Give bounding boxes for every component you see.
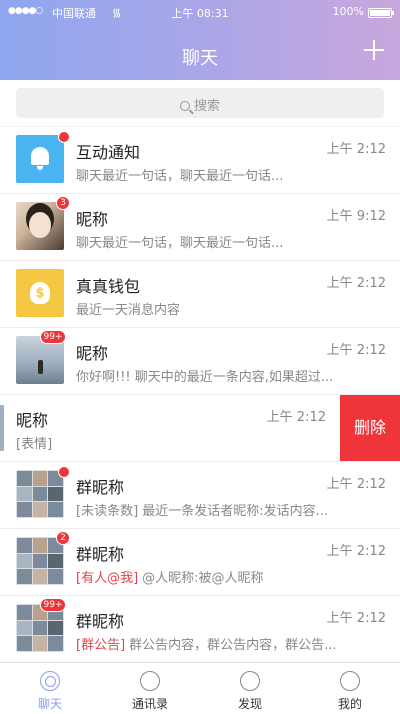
conversation-preview: [有人@我] @人昵称:被@人昵称 [76, 571, 264, 586]
conversation-row[interactable]: 互动通知 上午 2:12 聊天最近一句话，聊天最近一句话... [0, 127, 400, 194]
app-header: ●●●●○ 中国联通 ᯾ 上午 08:31 100% 聊天 [0, 0, 400, 80]
conversation-row[interactable]: 真真钱包 上午 2:12 最近一天消息内容 [0, 261, 400, 328]
tab-discover[interactable]: 发现 [200, 663, 300, 714]
status-bar: ●●●●○ 中国联通 ᯾ 上午 08:31 100% [0, 5, 400, 21]
conversation-time: 上午 2:12 [326, 276, 386, 291]
conversation-name: 群昵称 [76, 545, 125, 564]
announcement-tag: [群公告] [76, 638, 126, 653]
conversation-time: 上午 2:12 [326, 477, 386, 492]
plus-icon[interactable] [360, 36, 388, 64]
tab-profile[interactable]: 我的 [300, 663, 400, 714]
tab-label: 聊天 [37, 697, 62, 711]
conversation-preview: 你好啊!!! 聊天中的最近一条内容,如果超过... [76, 370, 334, 385]
conversation-name: 群昵称 [76, 612, 125, 631]
mention-tag: [有人@我] [76, 571, 139, 586]
group-avatar [16, 470, 64, 518]
conversation-row[interactable]: 99+ 昵称 上午 2:12 你好啊!!! 聊天中的最近一条内容,如果超过... [0, 328, 400, 395]
profile-icon [340, 671, 360, 691]
unread-badge: 99+ [40, 598, 66, 612]
conversation-name: 真真钱包 [76, 277, 141, 296]
tab-label: 我的 [337, 697, 362, 711]
conversation-time: 上午 2:12 [326, 544, 386, 559]
avatar-edge [0, 405, 4, 451]
conversation-time: 上午 2:12 [326, 142, 386, 157]
conversation-name: 昵称 [76, 210, 109, 229]
tab-bar: 聊天 通讯录 发现 我的 [0, 662, 400, 714]
conversation-preview: 聊天最近一句话，聊天最近一句话... [76, 169, 284, 184]
conversation-time: 上午 2:12 [326, 611, 386, 626]
conversation-row-swiped[interactable]: 昵称 上午 2:12 [表情] 删除 [0, 395, 400, 462]
unread-badge: 3 [56, 196, 70, 210]
conversation-preview: 最近一天消息内容 [76, 303, 181, 318]
unread-badge: 99+ [40, 330, 66, 344]
chat-icon [40, 671, 60, 691]
unread-dot [58, 131, 70, 143]
delete-button[interactable]: 删除 [340, 395, 400, 461]
unread-dot [58, 466, 70, 478]
conversation-preview: [表情] [16, 437, 53, 452]
conversation-name: 群昵称 [76, 478, 125, 497]
conversation-preview: 聊天最近一句话，聊天最近一句话... [76, 236, 284, 251]
conversation-preview: [未读条数] 最近一条发话者昵称:发话内容... [76, 504, 329, 519]
bell-icon [16, 135, 64, 183]
conversation-preview: [群公告] 群公告内容，群公告内容，群公告... [76, 638, 337, 653]
conversation-list: 互动通知 上午 2:12 聊天最近一句话，聊天最近一句话... 3 昵称 上午 … [0, 127, 400, 663]
compass-icon [240, 671, 260, 691]
group-avatar [16, 537, 64, 585]
conversation-row[interactable]: 99+ 群昵称 上午 2:12 [群公告] 群公告内容，群公告内容，群公告... [0, 596, 400, 663]
conversation-name: 互动通知 [76, 143, 141, 162]
avatar [16, 202, 64, 250]
unread-badge: 2 [56, 531, 70, 545]
battery-icon [368, 8, 394, 18]
money-bag-icon [16, 269, 64, 317]
search-input[interactable]: 搜索 [16, 88, 384, 118]
contacts-icon [140, 671, 160, 691]
page-title: 聊天 [182, 48, 218, 69]
conversation-name: 昵称 [16, 411, 49, 430]
conversation-time: 上午 2:12 [266, 410, 326, 425]
tab-label: 通讯录 [131, 697, 168, 711]
search-icon [179, 101, 190, 111]
tab-contacts[interactable]: 通讯录 [100, 663, 200, 714]
conversation-row[interactable]: 群昵称 上午 2:12 [未读条数] 最近一条发话者昵称:发话内容... [0, 462, 400, 529]
tab-label: 发现 [237, 697, 262, 711]
search-placeholder: 搜索 [193, 99, 220, 114]
battery-percent: 100% [332, 5, 364, 18]
search-area: 搜索 [0, 80, 400, 126]
conversation-time: 上午 9:12 [326, 209, 386, 224]
conversation-row[interactable]: 2 群昵称 上午 2:12 [有人@我] @人昵称:被@人昵称 [0, 529, 400, 596]
conversation-row[interactable]: 3 昵称 上午 9:12 聊天最近一句话，聊天最近一句话... [0, 194, 400, 261]
conversation-time: 上午 2:12 [326, 343, 386, 358]
tab-chat[interactable]: 聊天 [0, 663, 100, 714]
conversation-name: 昵称 [76, 344, 109, 363]
